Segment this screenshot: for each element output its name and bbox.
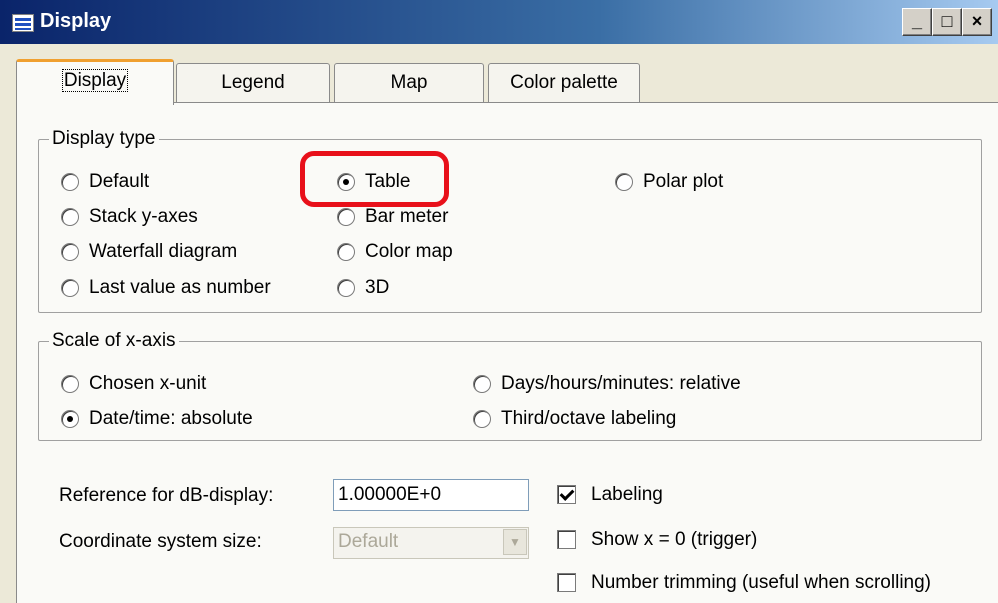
tab-panel-display: Display type Default Stack y-axes Waterf… — [16, 102, 998, 603]
radio-stack-y-axes-circle[interactable] — [61, 208, 79, 226]
radio-chosen-x-unit-circle[interactable] — [61, 375, 79, 393]
radio-color-map-label: Color map — [365, 241, 453, 262]
reference-db-label: Reference for dB-display: — [59, 485, 274, 506]
checkbox-show-x-0-trigger-box[interactable] — [557, 530, 576, 549]
checkbox-number-trimming-label: Number trimming (useful when scrolling) — [591, 572, 931, 593]
coordinate-system-size-select[interactable]: Default ▼ — [333, 527, 529, 559]
radio-bar-meter-circle[interactable] — [337, 208, 355, 226]
minimize-button[interactable]: _ — [902, 8, 932, 36]
maximize-button[interactable]: □ — [932, 8, 962, 36]
radio-default-label: Default — [89, 171, 150, 192]
reference-db-input[interactable] — [333, 479, 529, 511]
display-type-label: Display type — [49, 128, 159, 150]
checkbox-labeling-box[interactable] — [557, 485, 576, 504]
radio-table-label: Table — [365, 171, 411, 192]
checkbox-number-trimming-box[interactable] — [557, 573, 576, 592]
window-title: Display — [40, 10, 112, 32]
radio-last-value-as-number-label: Last value as number — [89, 277, 271, 298]
radio-date-time-absolute-label: Date/time: absolute — [89, 408, 253, 429]
tab-legend-label: Legend — [221, 72, 285, 93]
radio-chosen-x-unit-label: Chosen x-unit — [89, 373, 207, 394]
radio-third-octave-labeling-circle[interactable] — [473, 410, 491, 428]
tab-display[interactable]: Display — [16, 59, 174, 105]
scale-x-axis-group: Scale of x-axis Chosen x-unit Date/time:… — [38, 330, 982, 441]
radio-stack-y-axes-label: Stack y-axes — [89, 206, 198, 227]
display-type-group: Display type Default Stack y-axes Waterf… — [38, 128, 982, 313]
coordinate-system-size-label: Coordinate system size: — [59, 531, 262, 552]
app-icon — [12, 14, 34, 32]
tab-map-label: Map — [390, 72, 428, 93]
radio-date-time-absolute-circle[interactable] — [61, 410, 79, 428]
radio-polar-plot-circle[interactable] — [615, 173, 633, 191]
radio-waterfall-diagram-circle[interactable] — [61, 243, 79, 261]
checkbox-show-x-0-trigger-label: Show x = 0 (trigger) — [591, 529, 758, 550]
radio-bar-meter-label: Bar meter — [365, 206, 449, 227]
close-button[interactable]: × — [962, 8, 992, 36]
radio-last-value-as-number-circle[interactable] — [61, 279, 79, 297]
radio-table-circle[interactable] — [337, 173, 355, 191]
scale-x-axis-label: Scale of x-axis — [49, 330, 179, 352]
chevron-down-icon[interactable]: ▼ — [503, 529, 527, 555]
tab-color-palette-label: Color palette — [510, 72, 618, 93]
radio-3d-circle[interactable] — [337, 279, 355, 297]
radio-polar-plot-label: Polar plot — [643, 171, 724, 192]
tab-display-label: Display — [61, 69, 129, 92]
tab-map[interactable]: Map — [334, 63, 484, 103]
title-bar[interactable]: Display _ □ × — [0, 0, 998, 44]
radio-days-hours-minutes-relative-label: Days/hours/minutes: relative — [501, 373, 741, 394]
radio-color-map-circle[interactable] — [337, 243, 355, 261]
checkbox-labeling-label: Labeling — [591, 484, 663, 505]
tab-legend[interactable]: Legend — [176, 63, 330, 103]
radio-3d-label: 3D — [365, 277, 390, 298]
radio-default-circle[interactable] — [61, 173, 79, 191]
tab-color-palette[interactable]: Color palette — [488, 63, 640, 103]
radio-days-hours-minutes-relative-circle[interactable] — [473, 375, 491, 393]
radio-third-octave-labeling-label: Third/octave labeling — [501, 408, 677, 429]
coordinate-system-size-value: Default — [338, 531, 399, 552]
radio-waterfall-diagram-label: Waterfall diagram — [89, 241, 238, 262]
